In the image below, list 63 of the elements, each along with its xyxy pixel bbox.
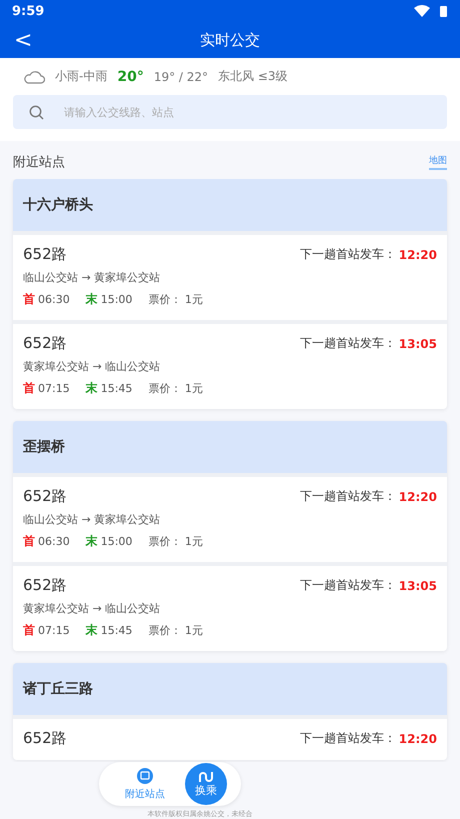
- first-bus-time: 06:30: [38, 535, 70, 548]
- route-name: 652路: [23, 576, 67, 595]
- fare: 票价： 1元: [148, 381, 203, 396]
- weather-condition: 小雨-中雨: [55, 68, 108, 85]
- next-departure-label: 下一趟首站发车：: [300, 335, 396, 352]
- route-direction: 黄家埠公交站 → 临山公交站: [23, 359, 162, 374]
- last-bus-tag: 末: [86, 622, 98, 639]
- nearby-tab[interactable]: 附近站点: [121, 765, 169, 803]
- page-title: 实时公交: [200, 30, 260, 50]
- next-departure-label: 下一趟首站发车：: [300, 577, 396, 594]
- next-departure-time: 13:05: [398, 336, 437, 350]
- route-name: 652路: [23, 245, 67, 264]
- temperature-range: 19° / 22°: [154, 70, 208, 84]
- transfer-button[interactable]: 换乘: [185, 763, 227, 805]
- next-departure-label: 下一趟首站发车：: [300, 488, 396, 505]
- wifi-battery-icon: [414, 5, 448, 17]
- fare: 票价： 1元: [148, 623, 203, 638]
- next-departure-time: 12:20: [398, 248, 437, 262]
- next-departure-time: 12:20: [398, 732, 437, 746]
- last-bus-tag: 末: [86, 533, 98, 550]
- first-bus-time: 07:15: [38, 382, 70, 395]
- search-field[interactable]: 请输入公交线路、站点: [13, 95, 447, 129]
- route-direction: 临山公交站 → 黄家埠公交站: [23, 512, 162, 527]
- first-bus-time: 07:15: [38, 624, 70, 637]
- route-item[interactable]: 652路 下一趟首站发车： 12:20 临山公交站 → 黄家埠公交站 首 06:30 末 15:00 票价： 1元: [13, 477, 447, 562]
- last-bus-time: 15:00: [100, 535, 132, 548]
- next-departure-time: 13:05: [398, 578, 437, 592]
- route-direction: 黄家埠公交站 → 临山公交站: [23, 601, 162, 616]
- last-bus-time: 15:00: [100, 293, 132, 306]
- first-bus-tag: 首: [23, 533, 35, 550]
- route-direction: 临山公交站 → 黄家埠公交站: [23, 270, 162, 285]
- back-button[interactable]: <: [8, 26, 38, 55]
- station-name: 歪摆桥: [13, 421, 447, 473]
- first-bus-time: 06:30: [38, 293, 70, 306]
- fare: 票价： 1元: [148, 292, 203, 307]
- wind: 东北风 ≤3级: [218, 68, 288, 85]
- fare: 票价： 1元: [148, 534, 203, 549]
- first-bus-tag: 首: [23, 380, 35, 397]
- bus-stop-icon: [136, 767, 154, 785]
- search-icon: [29, 105, 44, 120]
- last-bus-time: 15:45: [100, 624, 132, 637]
- route-item[interactable]: 652路 下一趟首站发车： 12:20 临山公交站 → 黄家埠公交站 首 06:30 末 15:00 票价： 1元: [13, 235, 447, 320]
- first-bus-tag: 首: [23, 622, 35, 639]
- next-departure-label: 下一趟首站发车：: [300, 246, 396, 263]
- route-item[interactable]: 652路 下一趟首站发车： 13:05 黄家埠公交站 → 临山公交站 首 07:15 末 15:45 票价： 1元: [13, 324, 447, 409]
- first-bus-tag: 首: [23, 291, 35, 308]
- next-departure-time: 12:20: [398, 490, 437, 504]
- route-name: 652路: [23, 334, 67, 353]
- route-item[interactable]: 652路 下一趟首站发车： 13:05 黄家埠公交站 → 临山公交站 首 07:15 末 15:45 票价： 1元: [13, 566, 447, 651]
- next-departure-label: 下一趟首站发车：: [300, 730, 396, 747]
- temperature: 20°: [117, 68, 144, 84]
- section-title: 附近站点: [13, 154, 65, 171]
- station-name: 十六户桥头: [13, 179, 447, 231]
- station-name: 诸丁丘三路: [13, 663, 447, 715]
- cloud-icon: [23, 70, 45, 84]
- last-bus-tag: 末: [86, 380, 98, 397]
- route-item[interactable]: 652路 下一趟首站发车： 12:20: [13, 719, 447, 760]
- last-bus-time: 15:45: [100, 382, 132, 395]
- status-time: 9:59: [12, 4, 44, 18]
- route-icon: [198, 770, 214, 782]
- route-name: 652路: [23, 487, 67, 506]
- route-name: 652路: [23, 729, 67, 748]
- last-bus-tag: 末: [86, 291, 98, 308]
